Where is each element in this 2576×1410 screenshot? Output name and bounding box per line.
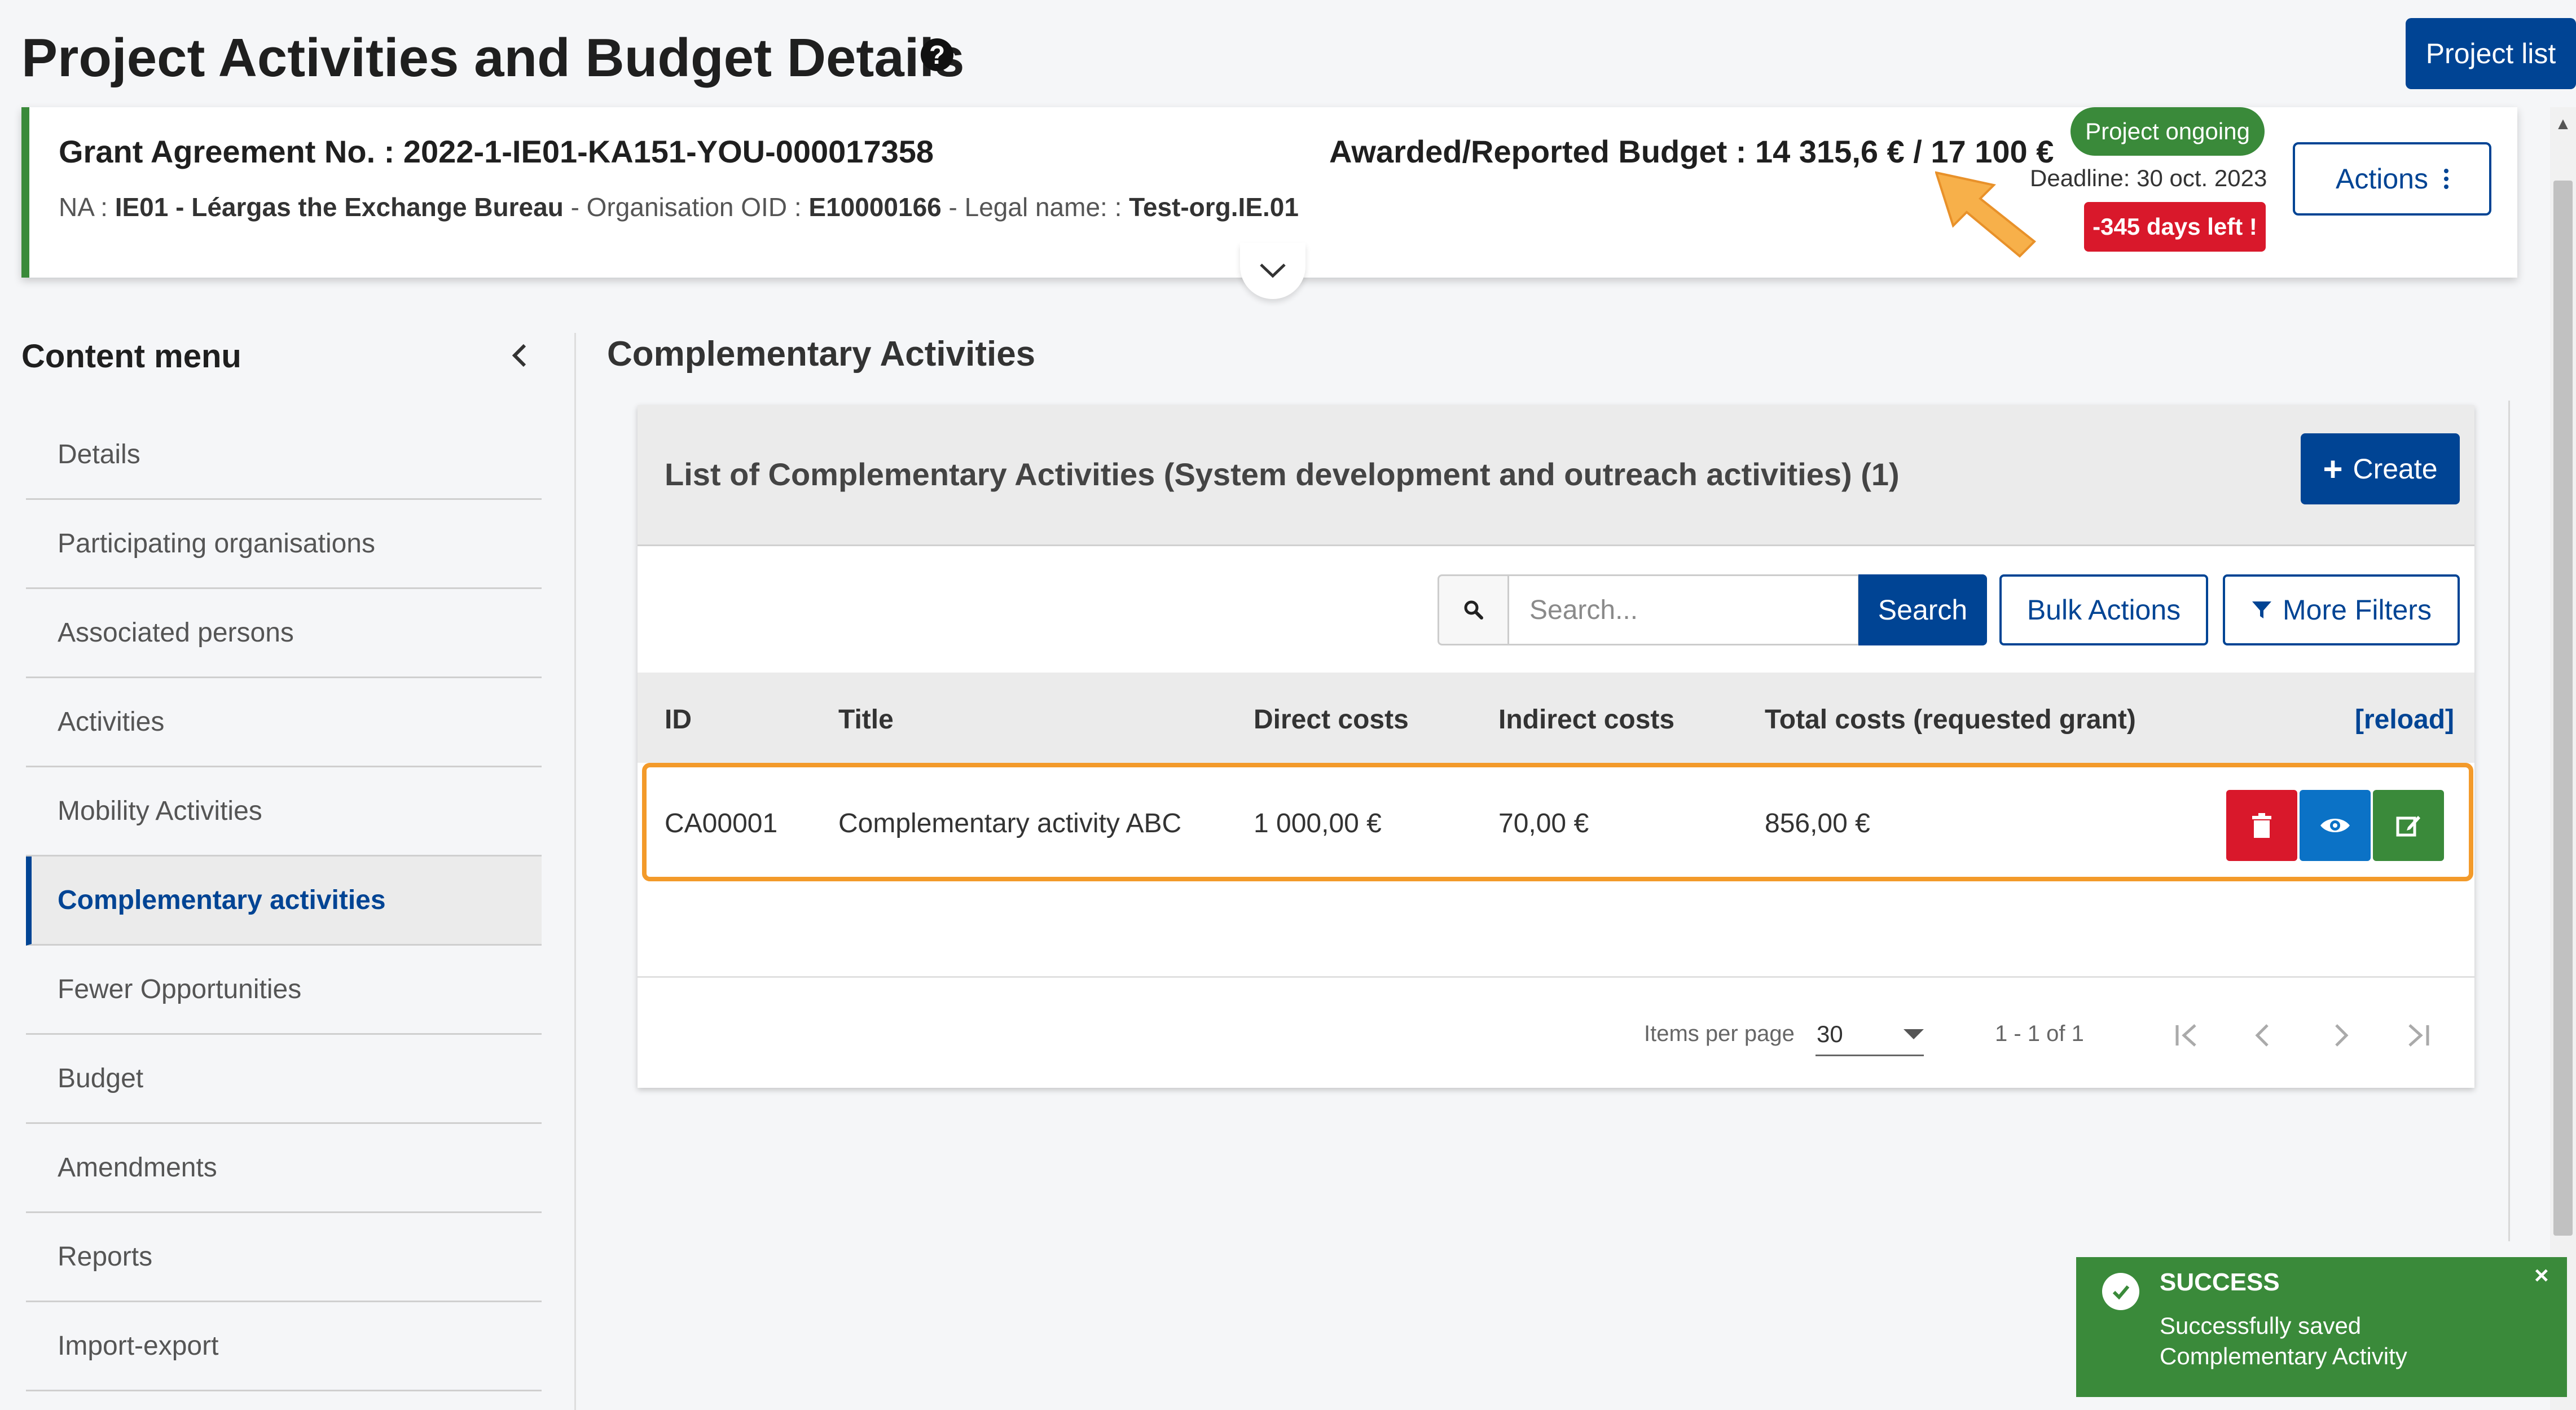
check-circle-icon xyxy=(2102,1273,2139,1310)
scrollbar-thumb[interactable] xyxy=(2553,181,2573,1236)
caret-down-icon xyxy=(1904,1029,1924,1039)
sidebar-item-fewer-opportunities[interactable]: Fewer Opportunities xyxy=(26,946,542,1035)
delete-button[interactable] xyxy=(2226,790,2297,861)
sidebar-item-associated-persons[interactable]: Associated persons xyxy=(26,589,542,678)
project-list-button[interactable]: Project list xyxy=(2406,18,2576,89)
first-page-button[interactable] xyxy=(2162,1010,2213,1061)
cell-direct-costs: 1 000,00 € xyxy=(1254,809,1382,838)
status-badge: Project ongoing xyxy=(2071,107,2265,156)
more-filters-button[interactable]: More Filters xyxy=(2223,574,2460,645)
sidebar-item-details[interactable]: Details xyxy=(26,411,542,500)
legal-name-value: Test-org.IE.01 xyxy=(1129,192,1299,222)
eye-icon xyxy=(2320,819,2350,832)
collapse-sidebar-button[interactable] xyxy=(508,339,536,372)
sidebar-item-reports[interactable]: Reports xyxy=(26,1213,542,1302)
view-button[interactable] xyxy=(2300,790,2371,861)
budget-summary: Awarded/Reported Budget : 14 315,6 € / 1… xyxy=(1329,133,2054,170)
list-title: List of Complementary Activities (System… xyxy=(665,456,1900,492)
filter-icon xyxy=(2252,601,2272,618)
sidebar-item-participating-organisations[interactable]: Participating organisations xyxy=(26,500,542,589)
page-title: Project Activities and Budget Details xyxy=(21,28,965,88)
next-page-button[interactable] xyxy=(2315,1010,2366,1061)
sidebar-item-complementary-activities[interactable]: Complementary activities xyxy=(26,856,542,946)
budget-label: Awarded/Reported Budget : xyxy=(1329,134,1747,169)
actions-label: Actions xyxy=(2336,163,2428,195)
oid-label: - Organisation OID : xyxy=(563,192,802,222)
content-menu-title: Content menu xyxy=(21,338,241,375)
grant-agreement-number: 2022-1-IE01-KA151-YOU-000017358 xyxy=(403,134,934,169)
column-header-indirect-costs[interactable]: Indirect costs xyxy=(1498,704,1674,735)
column-header-title[interactable]: Title xyxy=(838,704,894,735)
chevron-left-icon xyxy=(512,344,526,367)
close-icon[interactable]: × xyxy=(2534,1262,2549,1290)
column-header-total-costs[interactable]: Total costs (requested grant) xyxy=(1765,704,2136,735)
section-title: Complementary Activities xyxy=(607,335,1036,374)
annotation-arrow-icon xyxy=(1935,171,2037,258)
expand-header-toggle[interactable] xyxy=(1240,243,1305,299)
content-menu: Details Participating organisations Asso… xyxy=(26,411,542,1391)
items-per-page-select[interactable]: 30 xyxy=(1815,1013,1924,1056)
create-button[interactable]: + Create xyxy=(2301,433,2460,504)
na-label: NA : xyxy=(59,192,108,222)
days-left-badge: -345 days left ! xyxy=(2084,202,2266,252)
edit-button[interactable] xyxy=(2373,790,2444,861)
actions-button[interactable]: Actions xyxy=(2293,142,2491,216)
organisation-info: NA : IE01 - Léargas the Exchange Bureau … xyxy=(59,192,1299,222)
kebab-icon xyxy=(2443,169,2448,189)
sidebar-item-amendments[interactable]: Amendments xyxy=(26,1124,542,1213)
sidebar-item-activities[interactable]: Activities xyxy=(26,678,542,767)
column-header-direct-costs[interactable]: Direct costs xyxy=(1254,704,1409,735)
sidebar-item-import-export[interactable]: Import-export xyxy=(26,1302,542,1391)
budget-value: 14 315,6 € / 17 100 € xyxy=(1755,134,2054,169)
last-page-button[interactable] xyxy=(2392,1010,2443,1061)
reload-link[interactable]: [reload] xyxy=(2355,704,2454,735)
cell-total-costs: 856,00 € xyxy=(1765,809,1870,838)
oid-value: E10000166 xyxy=(808,192,942,222)
chevron-down-icon xyxy=(1260,263,1286,278)
search-icon xyxy=(1438,574,1507,645)
sidebar-item-budget[interactable]: Budget xyxy=(26,1035,542,1124)
search-button[interactable]: Search xyxy=(1858,574,1987,645)
last-page-icon xyxy=(2408,1024,2429,1047)
pagination-range: 1 - 1 of 1 xyxy=(1995,1021,2084,1046)
cell-indirect-costs: 70,00 € xyxy=(1498,809,1589,838)
first-page-icon xyxy=(2175,1024,2196,1047)
divider xyxy=(2508,401,2510,1241)
scroll-up-icon[interactable]: ▲ xyxy=(2550,107,2576,141)
column-header-id[interactable]: ID xyxy=(665,704,692,735)
deadline: Deadline: 30 oct. 2023 xyxy=(2030,165,2267,191)
sidebar-divider xyxy=(574,333,576,1410)
bulk-actions-button[interactable]: Bulk Actions xyxy=(1999,574,2208,645)
more-filters-label: More Filters xyxy=(2283,594,2432,626)
sidebar-item-mobility-activities[interactable]: Mobility Activities xyxy=(26,767,542,856)
trash-icon xyxy=(2252,813,2271,838)
items-per-page-value: 30 xyxy=(1817,1020,1843,1047)
search-input[interactable] xyxy=(1507,574,1860,645)
plus-icon: + xyxy=(2323,450,2343,488)
legal-name-label: - Legal name: : xyxy=(941,192,1122,222)
toast-message: Complementary Activity xyxy=(2160,1343,2407,1369)
toast-message: Successfully saved xyxy=(2160,1312,2362,1339)
cell-title: Complementary activity ABC xyxy=(838,809,1182,838)
items-per-page-label: Items per page xyxy=(1644,1021,1795,1046)
grant-agreement-label: Grant Agreement No. : xyxy=(59,134,395,169)
cell-id: CA00001 xyxy=(665,809,778,838)
na-value: IE01 - Léargas the Exchange Bureau xyxy=(115,192,564,222)
edit-icon xyxy=(2396,816,2420,837)
divider xyxy=(638,976,2474,978)
next-page-icon xyxy=(2335,1024,2349,1047)
prev-page-icon xyxy=(2255,1024,2269,1047)
grant-agreement: Grant Agreement No. : 2022-1-IE01-KA151-… xyxy=(59,133,934,170)
toast-title: SUCCESS xyxy=(2160,1268,2280,1296)
create-label: Create xyxy=(2353,453,2438,485)
help-icon[interactable]: ? xyxy=(921,38,953,71)
previous-page-button[interactable] xyxy=(2237,1010,2288,1061)
